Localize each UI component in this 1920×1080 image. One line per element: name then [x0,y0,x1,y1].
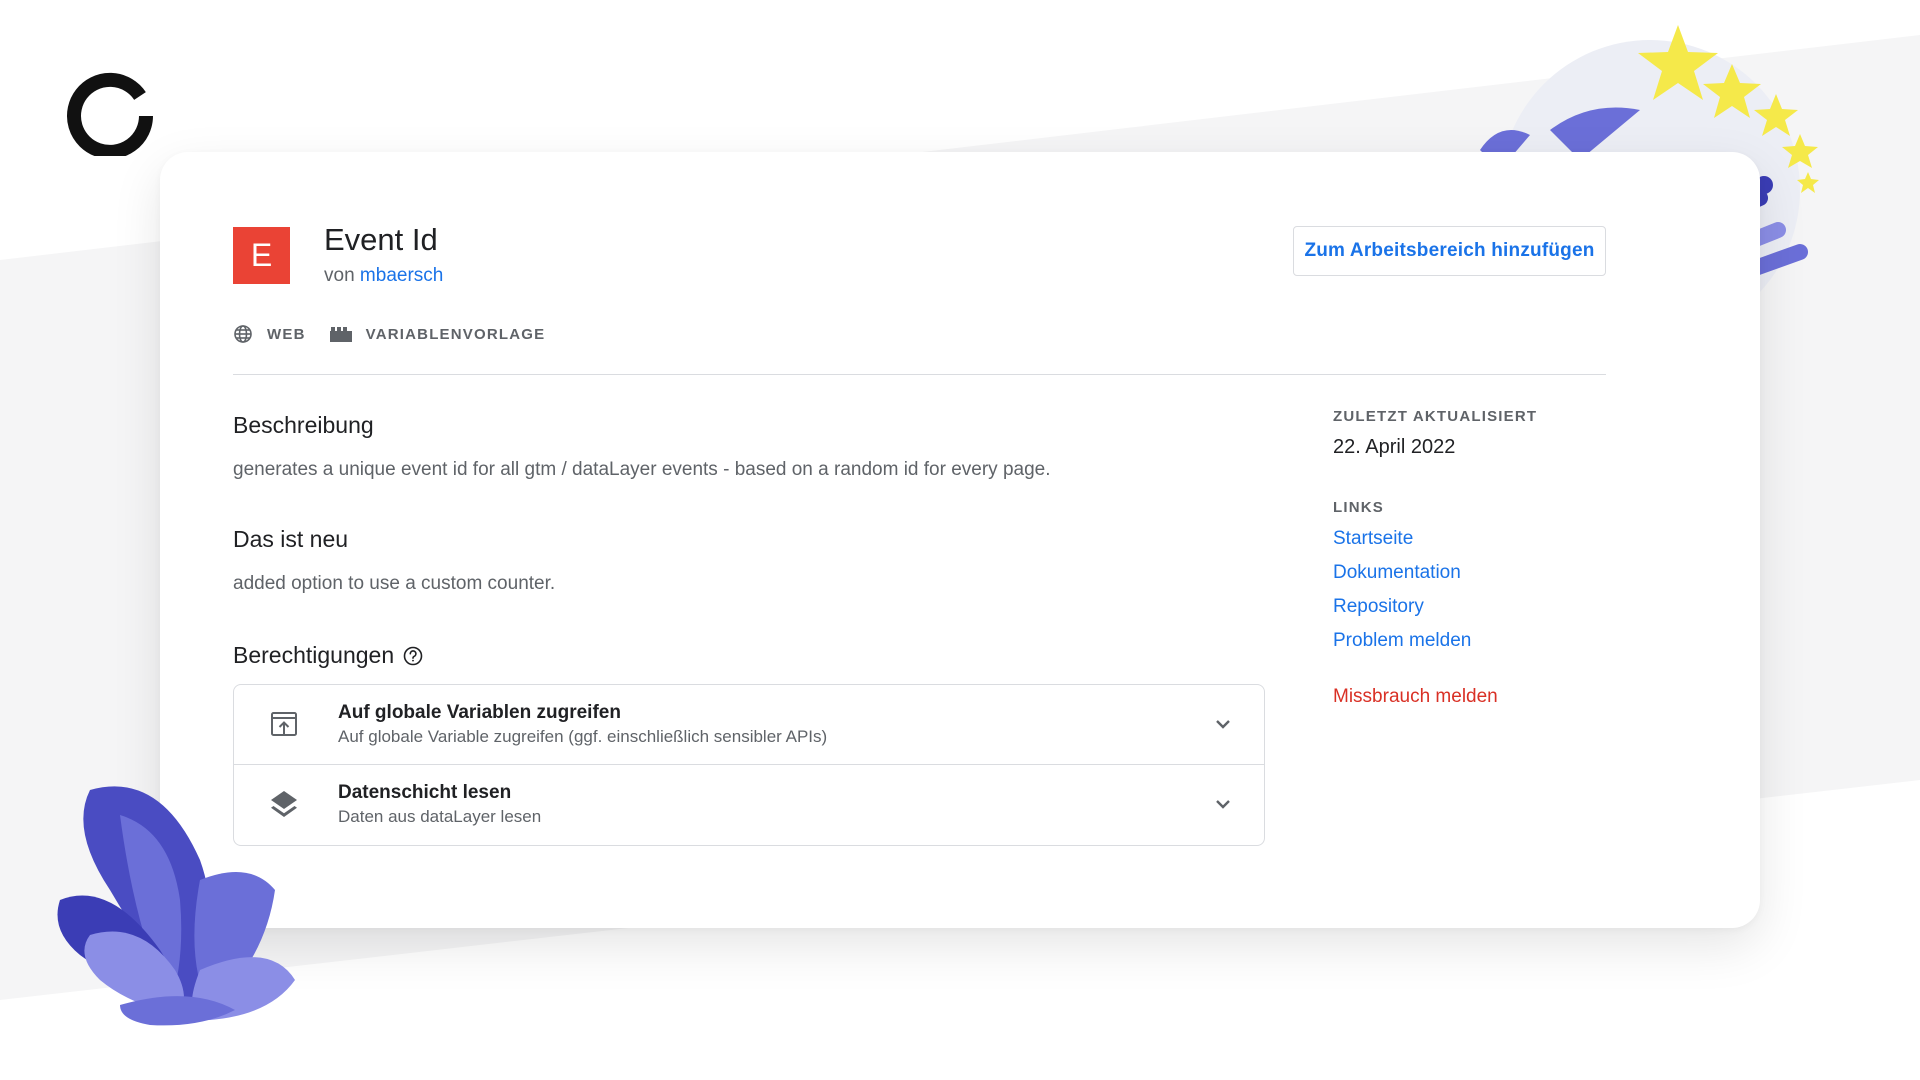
author-link[interactable]: mbaersch [360,265,443,286]
link-report-abuse[interactable]: Missbrauch melden [1333,686,1498,708]
help-icon[interactable] [402,645,424,667]
open-in-browser-icon [270,710,298,743]
whats-new-heading: Das ist neu [233,526,349,552]
permissions-heading: Berechtigungen [233,642,424,669]
last-updated-value: 22. April 2022 [1333,436,1456,458]
author-prefix: von [324,265,355,286]
template-detail-card: E Event Id von mbaersch Zum Arbeitsberei… [160,152,1760,928]
template-blocks-icon [329,326,352,342]
tag-web-label: WEB [267,325,306,343]
link-homepage[interactable]: Startseite [1333,528,1413,550]
links-label: LINKS [1333,499,1384,516]
permission-row-global-variables[interactable]: Auf globale Variablen zugreifen Auf glob… [234,685,1264,764]
tag-variable-template: VARIABLENVORLAGE [329,325,546,343]
template-tags: WEB VARIABLENVORLAGE [233,324,569,344]
permissions-heading-label: Berechtigungen [233,642,395,668]
description-text: generates a unique event id for all gtm … [233,459,1051,480]
tag-web: WEB [233,324,306,344]
permission-name: Datenschicht lesen [338,782,512,803]
permission-description: Daten aus dataLayer lesen [338,807,542,826]
template-initial-tile: E [233,227,290,284]
permissions-list: Auf globale Variablen zugreifen Auf glob… [233,684,1265,846]
permission-name: Auf globale Variablen zugreifen [338,702,621,723]
decorative-plant-illustration [50,770,310,1030]
tag-variable-template-label: VARIABLENVORLAGE [365,325,546,343]
globe-icon [233,324,253,344]
add-to-workspace-button[interactable]: Zum Arbeitsbereich hinzufügen [1293,226,1606,276]
chevron-down-icon[interactable] [1212,713,1234,740]
brand-logo-icon [64,64,156,161]
template-author: von mbaersch [324,265,443,287]
page-title: Event Id [324,222,438,257]
permission-row-read-datalayer[interactable]: Datenschicht lesen Daten aus dataLayer l… [234,764,1264,844]
link-documentation[interactable]: Dokumentation [1333,562,1461,584]
last-updated-label: ZULETZT AKTUALISIERT [1333,408,1538,425]
permission-description: Auf globale Variable zugreifen (ggf. ein… [338,727,828,746]
description-heading: Beschreibung [233,412,374,438]
header-divider [233,374,1606,375]
chevron-down-icon[interactable] [1212,793,1234,820]
whats-new-text: added option to use a custom counter. [233,573,556,594]
link-report-problem[interactable]: Problem melden [1333,630,1471,652]
link-repository[interactable]: Repository [1333,596,1424,618]
